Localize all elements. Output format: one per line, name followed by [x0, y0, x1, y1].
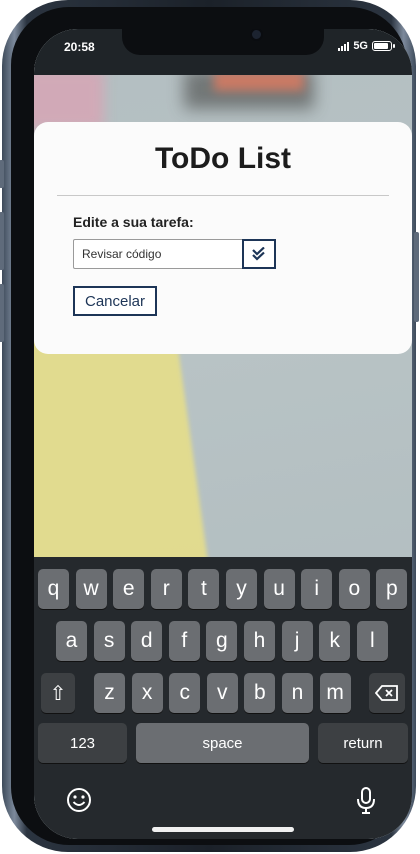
space-key[interactable]: space — [136, 723, 309, 763]
title-divider — [57, 195, 389, 196]
edit-task-label: Edite a sua tarefa: — [73, 214, 194, 230]
shift-icon: ⇧ — [49, 682, 67, 705]
key-c[interactable]: c — [169, 673, 201, 713]
key-v[interactable]: v — [206, 673, 238, 713]
status-bar: 20:58 5G — [34, 29, 412, 75]
key-r[interactable]: r — [150, 569, 182, 609]
key-g[interactable]: g — [206, 621, 238, 661]
key-j[interactable]: j — [281, 621, 313, 661]
backspace-key[interactable] — [369, 673, 405, 713]
key-n[interactable]: n — [282, 673, 313, 713]
todo-card: ToDo List Edite a sua tarefa: Cancelar — [34, 122, 412, 354]
shift-key[interactable]: ⇧ — [41, 673, 75, 713]
key-h[interactable]: h — [244, 621, 275, 661]
numbers-key[interactable]: 123 — [38, 723, 127, 763]
page-title: ToDo List — [154, 142, 292, 175]
key-a[interactable]: a — [56, 621, 87, 661]
key-i[interactable]: i — [301, 569, 333, 609]
key-m[interactable]: m — [319, 673, 351, 713]
key-y[interactable]: y — [226, 569, 257, 609]
key-l[interactable]: l — [356, 621, 388, 661]
key-q[interactable]: q — [38, 569, 69, 609]
volume-up-button — [0, 212, 4, 270]
return-key[interactable]: return — [318, 723, 408, 763]
key-k[interactable]: k — [319, 621, 351, 661]
double-check-icon — [252, 247, 265, 261]
key-x[interactable]: x — [131, 673, 163, 713]
key-s[interactable]: s — [93, 621, 125, 661]
volume-down-button — [0, 284, 4, 342]
phone-bezel: 20:58 5G ToDo List Edite a sua tarefa: R… — [11, 7, 412, 845]
backspace-icon — [375, 685, 398, 701]
status-indicators: 5G — [338, 40, 395, 52]
confirm-edit-button[interactable] — [242, 239, 276, 269]
key-p[interactable]: p — [376, 569, 408, 609]
camera-icon — [250, 29, 263, 41]
wallpaper-blob — [34, 69, 104, 129]
phone-screen: 20:58 5G ToDo List Edite a sua tarefa: R… — [34, 29, 412, 839]
home-indicator — [152, 827, 294, 832]
side-button — [0, 160, 4, 188]
notch — [122, 29, 324, 55]
status-time: 20:58 — [64, 40, 95, 54]
network-label: 5G — [353, 40, 368, 52]
key-d[interactable]: d — [131, 621, 163, 661]
signal-icon — [338, 41, 350, 51]
key-o[interactable]: o — [338, 569, 370, 609]
key-t[interactable]: t — [188, 569, 220, 609]
task-edit-input[interactable] — [73, 239, 245, 269]
power-button — [414, 232, 419, 322]
key-z[interactable]: z — [94, 673, 125, 713]
on-screen-keyboard: qwertyuiop asdfghjkl zxcvbnm ⇧ 123 space… — [34, 557, 412, 839]
key-f[interactable]: f — [168, 621, 200, 661]
microphone-icon[interactable] — [351, 785, 381, 817]
battery-icon — [372, 41, 395, 51]
key-u[interactable]: u — [263, 569, 295, 609]
key-e[interactable]: e — [113, 569, 145, 609]
key-b[interactable]: b — [244, 673, 276, 713]
key-w[interactable]: w — [75, 569, 107, 609]
phone-frame: 20:58 5G ToDo List Edite a sua tarefa: R… — [0, 0, 419, 852]
emoji-icon[interactable] — [64, 785, 94, 815]
cancel-button[interactable]: Cancelar — [73, 286, 157, 316]
